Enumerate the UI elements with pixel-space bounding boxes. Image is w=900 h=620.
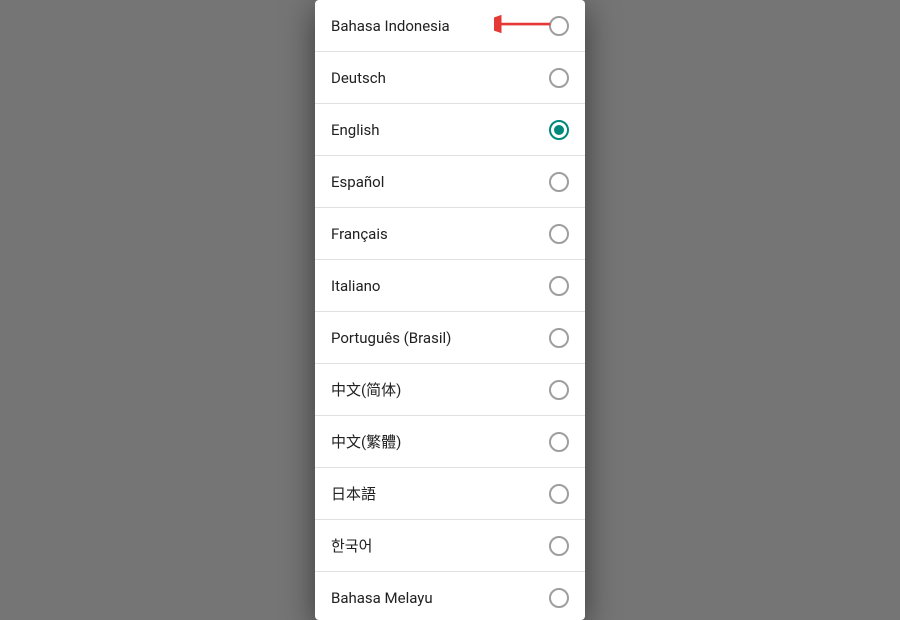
language-label-japanese: 日本語 xyxy=(331,483,376,504)
language-label-portugues-brasil: Português (Brasil) xyxy=(331,329,451,347)
language-item-chinese-simplified[interactable]: 中文(简体) xyxy=(315,364,585,416)
radio-francais[interactable] xyxy=(549,224,569,244)
language-item-bahasa-melayu[interactable]: Bahasa Melayu xyxy=(315,572,585,620)
language-label-korean: 한국어 xyxy=(331,535,372,556)
language-label-english: English xyxy=(331,121,380,139)
radio-korean[interactable] xyxy=(549,536,569,556)
language-dialog: Bahasa Indonesia Deutsch English Español Fra… xyxy=(315,0,585,620)
radio-portugues-brasil[interactable] xyxy=(549,328,569,348)
language-item-bahasa-indonesia[interactable]: Bahasa Indonesia xyxy=(315,0,585,52)
radio-chinese-traditional[interactable] xyxy=(549,432,569,452)
radio-italiano[interactable] xyxy=(549,276,569,296)
language-label-bahasa-indonesia: Bahasa Indonesia xyxy=(331,17,450,35)
dialog-overlay: Bahasa Indonesia Deutsch English Español Fra… xyxy=(0,0,900,620)
language-label-italiano: Italiano xyxy=(331,277,380,295)
language-label-chinese-traditional: 中文(繁體) xyxy=(331,431,401,452)
language-item-chinese-traditional[interactable]: 中文(繁體) xyxy=(315,416,585,468)
language-label-chinese-simplified: 中文(简体) xyxy=(331,379,401,400)
radio-chinese-simplified[interactable] xyxy=(549,380,569,400)
language-item-italiano[interactable]: Italiano xyxy=(315,260,585,312)
language-label-francais: Français xyxy=(331,225,388,243)
language-label-bahasa-melayu: Bahasa Melayu xyxy=(331,589,433,607)
language-item-japanese[interactable]: 日本語 xyxy=(315,468,585,520)
radio-english[interactable] xyxy=(549,120,569,140)
language-item-english[interactable]: English xyxy=(315,104,585,156)
radio-bahasa-melayu[interactable] xyxy=(549,588,569,608)
radio-bahasa-indonesia[interactable] xyxy=(549,16,569,36)
radio-deutsch[interactable] xyxy=(549,68,569,88)
radio-japanese[interactable] xyxy=(549,484,569,504)
language-item-espanol[interactable]: Español xyxy=(315,156,585,208)
language-item-portugues-brasil[interactable]: Português (Brasil) xyxy=(315,312,585,364)
language-item-korean[interactable]: 한국어 xyxy=(315,520,585,572)
language-item-francais[interactable]: Français xyxy=(315,208,585,260)
language-item-deutsch[interactable]: Deutsch xyxy=(315,52,585,104)
language-label-deutsch: Deutsch xyxy=(331,69,386,87)
language-label-espanol: Español xyxy=(331,173,384,191)
radio-espanol[interactable] xyxy=(549,172,569,192)
